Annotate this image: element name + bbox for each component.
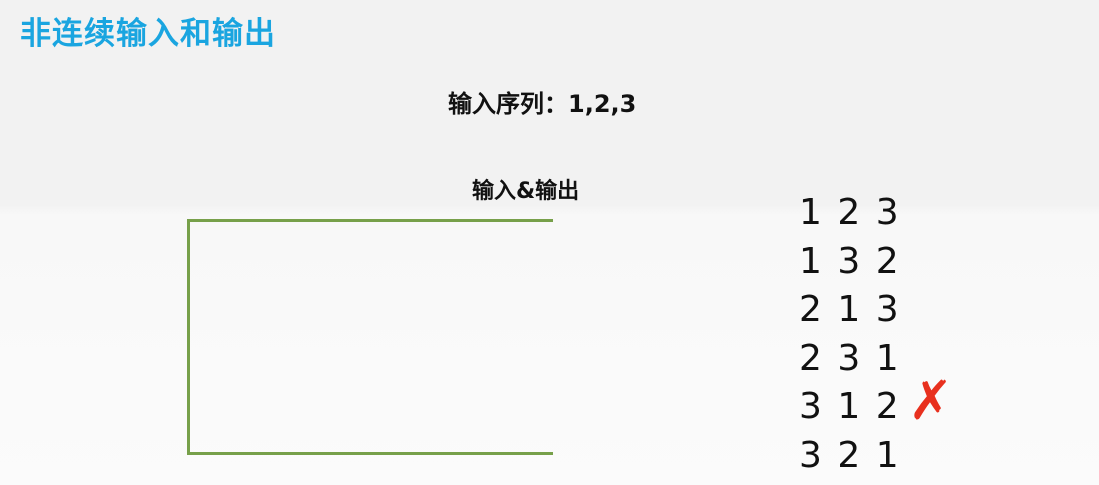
stack-diagram [187, 219, 553, 455]
permutation-row: 1 3 2 [799, 240, 899, 282]
invalid-cross-icon: ✗ [908, 369, 954, 432]
permutation-row: 1 2 3 [799, 192, 899, 233]
input-output-label: 输入&输出 [472, 179, 580, 204]
slide-title: 非连续输入和输出 [20, 16, 276, 52]
input-sequence-label: 输入序列：1,2,3 [448, 90, 637, 118]
permutation-row: 2 1 3 [799, 289, 899, 330]
permutation-row: 3 2 1 [799, 434, 899, 476]
permutation-row: 2 3 1 [799, 337, 899, 379]
permutation-list: 1 2 3 1 3 2 2 1 3 2 3 1 3 1 2 3 2 1 [799, 189, 899, 480]
permutation-row-invalid: 3 1 2 [799, 386, 899, 427]
